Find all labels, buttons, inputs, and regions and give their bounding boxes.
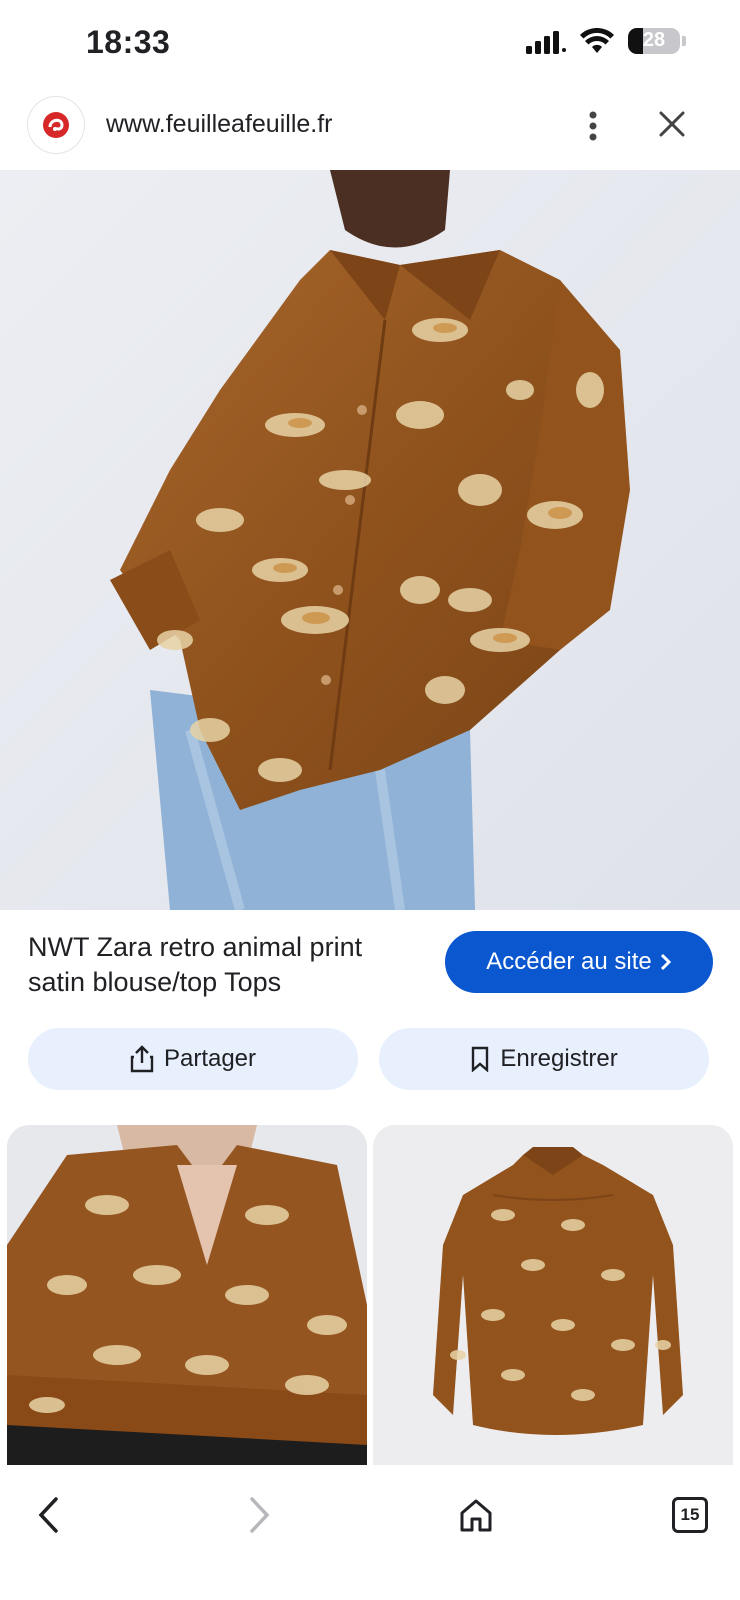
bookmark-icon: [472, 1046, 489, 1072]
status-time: 18:33: [86, 24, 171, 60]
url-text[interactable]: www.feuilleafeuille.fr: [106, 110, 333, 139]
related-image[interactable]: [373, 1125, 733, 1465]
tab-count: 15: [672, 1497, 708, 1533]
forward-arrow-icon[interactable]: [230, 1485, 290, 1545]
battery-icon: 28: [628, 28, 680, 54]
more-vert-icon[interactable]: [578, 104, 608, 148]
chevron-right-icon: [660, 953, 671, 971]
wifi-icon: [580, 28, 614, 53]
battery-level: 28: [642, 29, 666, 51]
product-title: NWT Zara retro animal print satin blouse…: [28, 932, 363, 997]
site-favicon[interactable]: [28, 97, 84, 153]
status-bar: 18:33 28: [0, 0, 740, 88]
home-icon[interactable]: [446, 1485, 506, 1545]
save-button[interactable]: Enregistrer: [379, 1028, 709, 1090]
save-label: Enregistrer: [500, 1045, 618, 1072]
visit-site-label: Accéder au site: [486, 948, 652, 975]
bottom-navigation-bar: 15: [0, 1465, 740, 1600]
share-icon: [130, 1045, 154, 1073]
product-image[interactable]: [0, 170, 740, 910]
share-label: Partager: [163, 1045, 257, 1072]
status-icons: 28: [526, 28, 686, 54]
back-arrow-icon[interactable]: [18, 1485, 78, 1545]
related-image[interactable]: [7, 1125, 367, 1465]
share-button[interactable]: Partager: [28, 1028, 358, 1090]
visit-site-button[interactable]: Accéder au site: [445, 931, 713, 993]
close-icon[interactable]: [650, 102, 694, 146]
tabs-icon[interactable]: 15: [660, 1485, 720, 1545]
cellular-signal-icon: [526, 31, 566, 54]
custom-tab-toolbar: www.feuilleafeuille.fr: [0, 94, 740, 170]
